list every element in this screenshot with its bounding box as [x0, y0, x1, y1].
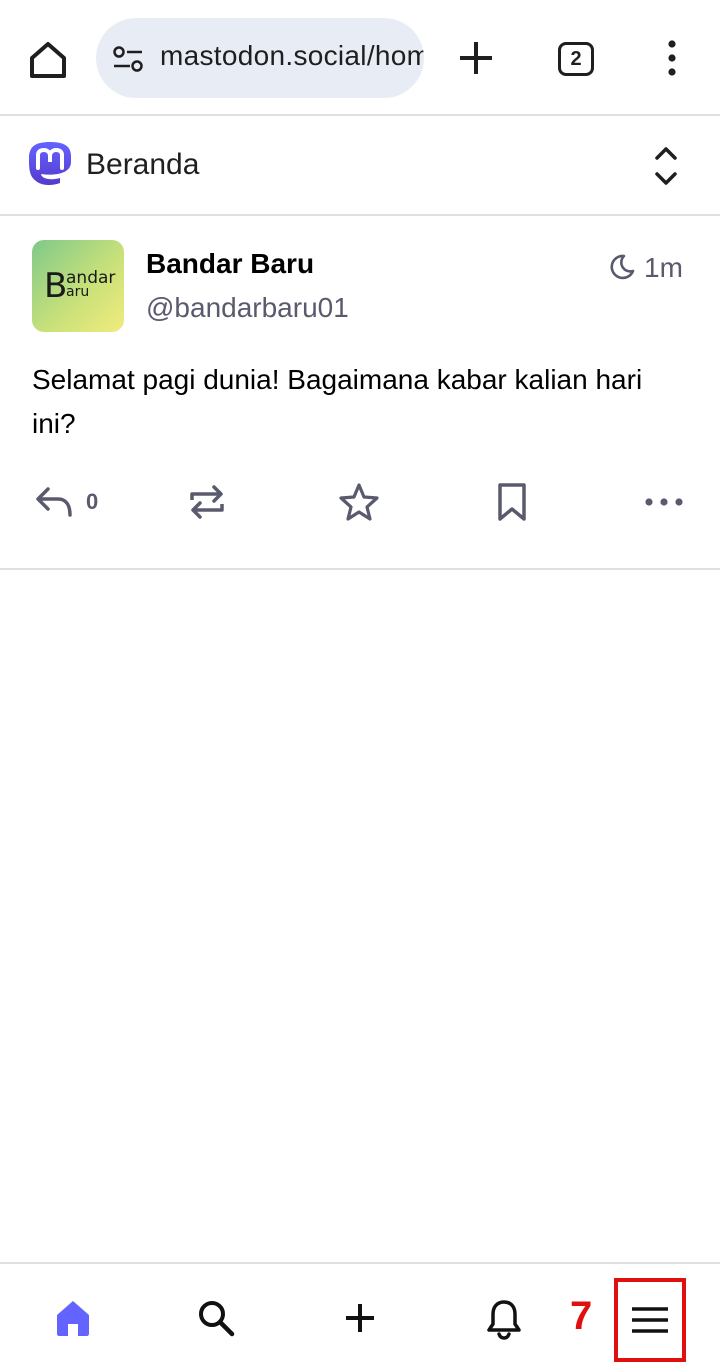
- new-tab-icon[interactable]: [456, 38, 496, 78]
- nav-menu[interactable]: [614, 1278, 686, 1362]
- nav-compose[interactable]: [342, 1298, 378, 1343]
- reply-button[interactable]: 0: [34, 480, 98, 524]
- address-bar[interactable]: mastodon.social/home: [96, 18, 424, 98]
- boost-button[interactable]: [186, 480, 228, 524]
- nav-search[interactable]: [196, 1298, 236, 1343]
- page-title: Beranda: [86, 148, 200, 181]
- site-settings-icon[interactable]: [112, 46, 144, 72]
- annotation-label: 7: [570, 1294, 593, 1338]
- column-settings-toggle-icon[interactable]: [648, 142, 684, 190]
- display-name[interactable]: Bandar Baru: [146, 248, 314, 280]
- browser-toolbar: mastodon.social/home 2: [0, 0, 720, 116]
- column-header: Beranda: [0, 116, 720, 216]
- avatar-letter: B: [44, 266, 68, 306]
- bottom-navigation: 7: [0, 1262, 720, 1372]
- star-icon: [339, 483, 379, 521]
- more-options-button[interactable]: [644, 480, 684, 524]
- hamburger-menu-icon: [632, 1307, 668, 1333]
- reply-count: 0: [86, 489, 99, 514]
- reply-icon: [36, 487, 72, 517]
- more-vert-icon[interactable]: [664, 40, 680, 76]
- favourite-button[interactable]: [338, 480, 380, 524]
- moon-icon: [606, 252, 636, 282]
- bell-icon: [487, 1300, 521, 1340]
- avatar[interactable]: B andar aru: [32, 240, 124, 332]
- bookmark-button[interactable]: [492, 480, 532, 524]
- home-filled-icon: [57, 1301, 89, 1336]
- account-handle[interactable]: @bandarbaru01: [146, 292, 349, 324]
- tab-switcher-button[interactable]: 2: [558, 42, 594, 76]
- bookmark-icon: [498, 483, 526, 521]
- nav-notifications[interactable]: [486, 1298, 522, 1345]
- post-content: Selamat pagi dunia! Bagaimana kabar kali…: [32, 364, 643, 439]
- status-post[interactable]: B andar aru Bandar Baru @bandarbaru01 1m…: [0, 218, 720, 570]
- home-icon[interactable]: [24, 36, 72, 84]
- search-icon: [199, 1301, 235, 1337]
- url-text: mastodon.social/home: [160, 40, 424, 71]
- avatar-text-line2: aru: [66, 284, 90, 300]
- more-horiz-icon: [645, 498, 683, 506]
- mastodon-logo-icon[interactable]: [26, 140, 74, 190]
- timestamp[interactable]: 1m: [644, 252, 683, 284]
- boost-icon: [190, 485, 224, 519]
- plus-icon: [346, 1304, 374, 1332]
- nav-home[interactable]: [54, 1298, 92, 1343]
